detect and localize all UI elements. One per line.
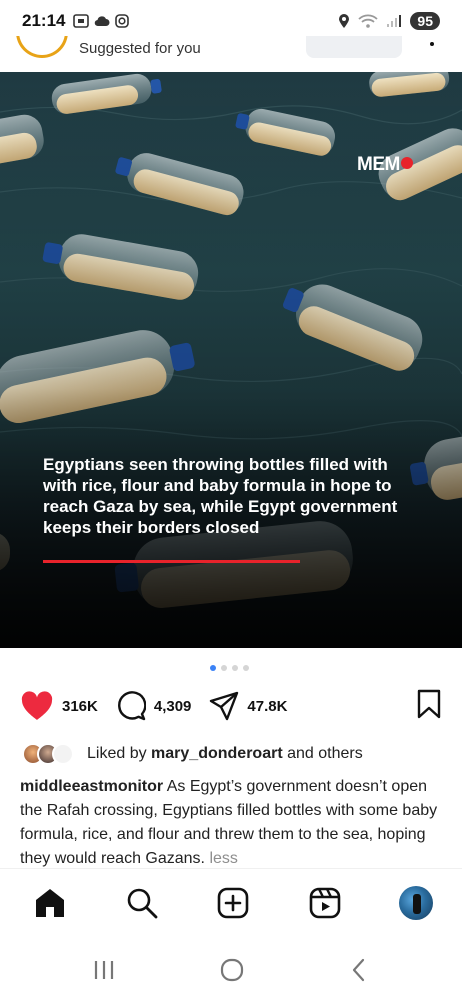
comment-button[interactable]: 4,309	[116, 691, 192, 721]
search-icon	[127, 888, 157, 918]
cloud-icon	[95, 16, 110, 27]
nav-create[interactable]	[215, 885, 251, 921]
share-button[interactable]: 47.8K	[209, 691, 287, 721]
screenshot-icon	[73, 14, 90, 28]
send-icon	[210, 691, 239, 721]
carousel-dot-3	[232, 665, 238, 671]
carousel-dot-1	[210, 665, 216, 671]
carousel-dot-2	[221, 665, 227, 671]
follow-button[interactable]	[306, 36, 402, 58]
comment-icon	[117, 691, 146, 721]
caption-less-link[interactable]: less	[209, 850, 237, 867]
battery-indicator: 95	[410, 12, 440, 30]
instagram-notif-icon	[115, 14, 130, 28]
share-count: 47.8K	[247, 697, 288, 715]
home-icon	[36, 888, 64, 917]
bookmark-icon	[417, 689, 441, 718]
suggested-label: Suggested for you	[79, 40, 201, 57]
nav-home[interactable]	[32, 885, 68, 921]
status-time: 21:14	[22, 11, 66, 30]
post-header: Suggested for you	[0, 36, 462, 72]
account-avatar[interactable]	[16, 36, 68, 58]
bottom-navigation	[0, 868, 462, 936]
carousel-dot-4	[243, 665, 249, 671]
heart-filled-icon	[21, 691, 53, 720]
create-icon	[217, 887, 249, 918]
carousel-indicator	[210, 665, 249, 671]
comment-count: 4,309	[153, 697, 192, 715]
location-icon	[339, 14, 350, 28]
post-actions: 316K 4,309 47.8K	[20, 688, 442, 724]
reels-icon	[309, 887, 340, 918]
nav-reels[interactable]	[307, 885, 343, 921]
wifi-icon	[358, 14, 379, 28]
overlay-divider	[43, 560, 300, 563]
nav-profile[interactable]	[398, 885, 434, 921]
post-image[interactable]: MEM Egyptians seen throwing bottles fill…	[0, 72, 462, 648]
caption-username[interactable]: middleeastmonitor	[20, 778, 163, 795]
liked-by-text: Liked by mary_donderoart and others	[87, 745, 363, 762]
liked-by-row[interactable]: Liked by mary_donderoart and others	[22, 742, 363, 766]
signal-icon	[387, 15, 402, 27]
save-button[interactable]	[416, 689, 442, 724]
post-caption: middleeastmonitor As Egypt’s government …	[20, 775, 445, 871]
recents-icon[interactable]	[92, 959, 116, 981]
more-options-icon[interactable]	[430, 42, 434, 46]
image-overlay-text: Egyptians seen throwing bottles filled w…	[43, 455, 398, 537]
liker-username[interactable]: mary_donderoart	[151, 745, 283, 762]
like-button[interactable]: 316K	[20, 691, 98, 721]
profile-avatar	[399, 885, 433, 920]
memo-watermark: MEM	[357, 154, 413, 176]
liker-avatar-3	[52, 743, 74, 765]
system-navigation	[0, 940, 462, 1000]
nav-search[interactable]	[124, 885, 160, 921]
back-icon[interactable]	[348, 957, 370, 983]
like-count: 316K	[62, 697, 98, 715]
home-circle-icon[interactable]	[219, 957, 245, 983]
